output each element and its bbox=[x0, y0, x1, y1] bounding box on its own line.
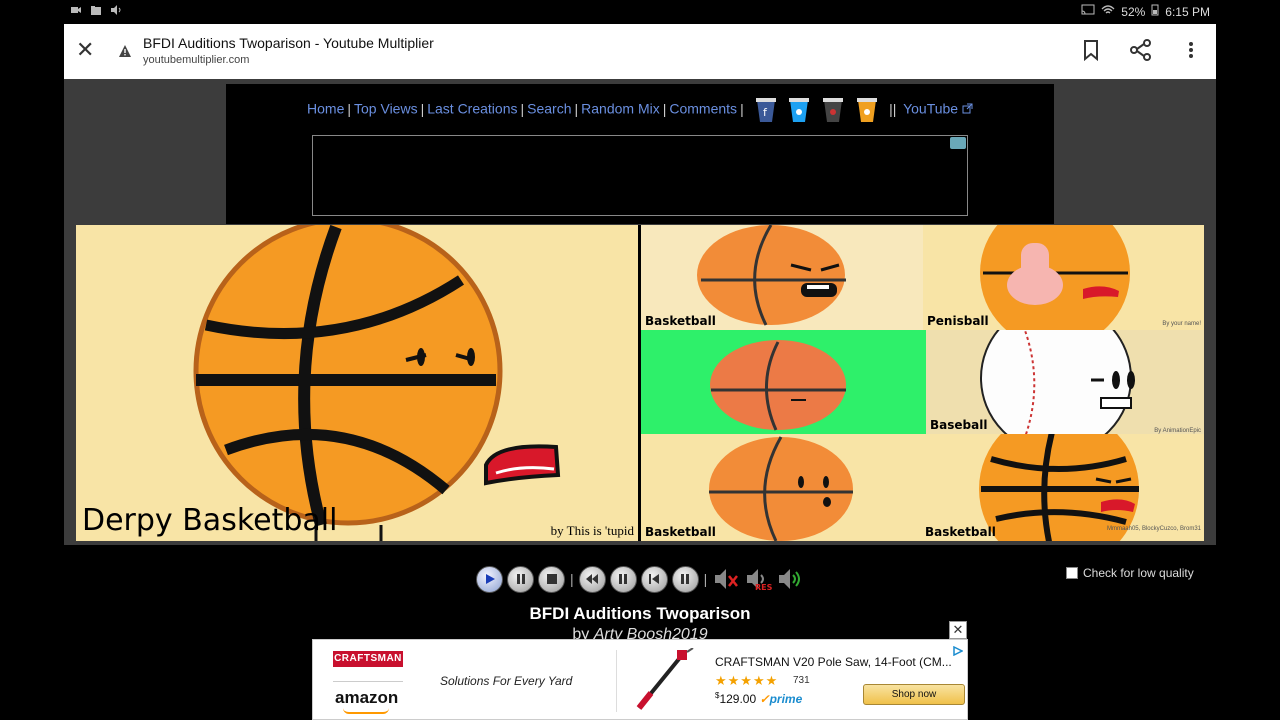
warning-icon[interactable] bbox=[118, 44, 132, 58]
top-nav: Home | Top Views | Last Creations | Search | Ran… bbox=[226, 97, 1054, 123]
craftsman-logo: CRAFTSMAN bbox=[333, 651, 403, 667]
page-url: youtubemultiplier.com bbox=[143, 54, 250, 66]
svg-text:RES: RES bbox=[755, 583, 772, 592]
pole-saw-image[interactable] bbox=[631, 647, 695, 714]
status-system: 52% 6:15 PM bbox=[1081, 4, 1210, 19]
close-ad-button[interactable]: ✕ bbox=[949, 621, 967, 639]
player-controls: | | RES bbox=[476, 565, 804, 593]
play-button[interactable] bbox=[476, 565, 503, 593]
facebook-cup-icon[interactable]: f bbox=[755, 97, 777, 123]
content-area: Home | Top Views | Last Creations | Search | Ran… bbox=[226, 84, 1054, 224]
cell-basketball-angry: Basketball bbox=[641, 225, 923, 330]
ad-slogan: Solutions For Every Yard bbox=[440, 674, 573, 688]
rating-stars: ★★★★★ bbox=[715, 673, 779, 688]
share-icon[interactable] bbox=[1130, 38, 1152, 62]
pause-all-button[interactable] bbox=[507, 565, 534, 593]
review-count: 731 bbox=[793, 675, 810, 686]
video-player[interactable]: Derpy Basketball by This is 'tupid Baske… bbox=[76, 225, 1204, 541]
low-quality-option[interactable]: Check for low quality bbox=[1066, 566, 1194, 580]
cell-basketball-green bbox=[641, 330, 926, 434]
stop-button[interactable] bbox=[538, 565, 565, 593]
skip-back-button[interactable] bbox=[640, 565, 668, 593]
product-price: $129.00 ✓prime bbox=[715, 691, 803, 706]
nav-top-views[interactable]: Top Views bbox=[354, 101, 418, 117]
nav-comments[interactable]: Comments bbox=[669, 101, 737, 117]
battery-icon bbox=[1151, 4, 1159, 19]
cell-label: Basketball bbox=[645, 314, 716, 328]
video-title: BFDI Auditions Twoparison bbox=[529, 604, 751, 623]
adchoices-icon[interactable] bbox=[953, 643, 964, 657]
cell-basketball-grumpy: Basketball Mmmaah05, BlockyCuzco, Brom31 bbox=[921, 434, 1204, 541]
wifi-icon bbox=[1101, 4, 1115, 19]
page-title: BFDI Auditions Twoparison - Youtube Mult… bbox=[143, 35, 434, 51]
battery-level: 52% bbox=[1121, 4, 1146, 19]
left-credit: by This is 'tupid bbox=[550, 523, 634, 538]
top-ad-slot[interactable] bbox=[312, 135, 968, 216]
left-caption: Derpy Basketball bbox=[82, 503, 338, 538]
folder-icon bbox=[90, 4, 102, 16]
external-link-icon bbox=[962, 101, 973, 117]
volume-up-icon[interactable] bbox=[776, 566, 804, 592]
web-page: Home | Top Views | Last Creations | Search | Ran… bbox=[64, 79, 1216, 545]
low-quality-checkbox[interactable] bbox=[1066, 567, 1078, 579]
amazon-smile-icon bbox=[343, 708, 389, 714]
bookmark-icon[interactable] bbox=[1080, 38, 1102, 62]
clock: 6:15 PM bbox=[1165, 4, 1210, 19]
product-title[interactable]: CRAFTSMAN V20 Pole Saw, 14-Foot (CM... bbox=[715, 655, 952, 669]
cell-label: Basketball bbox=[645, 525, 716, 539]
cast-icon bbox=[1081, 4, 1095, 19]
volume-res-icon[interactable]: RES bbox=[744, 566, 773, 592]
nav-last-creations[interactable]: Last Creations bbox=[427, 101, 517, 117]
video-camera-icon bbox=[70, 4, 82, 16]
google-cup-icon[interactable] bbox=[822, 97, 844, 123]
derpy-basketball-illustration bbox=[193, 225, 561, 541]
cell-label: Basketball bbox=[925, 525, 996, 539]
pause-left-button[interactable] bbox=[609, 565, 637, 593]
status-bar: 52% 6:15 PM bbox=[0, 0, 1280, 24]
amazon-logo: amazon bbox=[335, 688, 399, 707]
custom-tab-header: ✕ BFDI Auditions Twoparison - Youtube Mu… bbox=[64, 24, 1216, 79]
tab-actions bbox=[1080, 38, 1202, 62]
cell-label: Baseball bbox=[930, 418, 988, 432]
speaker-icon bbox=[110, 4, 122, 16]
nav-youtube[interactable]: YouTube bbox=[903, 101, 958, 117]
bottom-ad-banner[interactable]: CRAFTSMAN amazon Solutions For Every Yar… bbox=[312, 639, 968, 720]
twitter-cup-icon[interactable] bbox=[788, 97, 810, 123]
ad-info-icon[interactable] bbox=[950, 137, 966, 149]
cell-label: Penisball bbox=[927, 314, 989, 328]
cell-penisball: Penisball By your name! bbox=[923, 225, 1204, 330]
nav-search[interactable]: Search bbox=[527, 101, 571, 117]
more-options-icon[interactable] bbox=[1180, 38, 1202, 62]
video-frame-right: Basketball Penisball By your name! Baseb… bbox=[641, 225, 1204, 541]
rss-cup-icon[interactable] bbox=[856, 97, 878, 123]
prime-badge: ✓prime bbox=[759, 692, 803, 706]
shop-now-button[interactable]: Shop now bbox=[863, 684, 965, 705]
status-notifications bbox=[70, 4, 122, 16]
pause-right-button[interactable] bbox=[671, 565, 699, 593]
rewind-button[interactable] bbox=[578, 565, 606, 593]
cell-baseball: Baseball By AnimationEpic bbox=[926, 330, 1204, 434]
cell-basketball-derpy: Basketball bbox=[641, 434, 921, 541]
nav-home[interactable]: Home bbox=[307, 101, 344, 117]
nav-random-mix[interactable]: Random Mix bbox=[581, 101, 660, 117]
close-icon[interactable]: ✕ bbox=[76, 38, 96, 62]
video-frame-left: Derpy Basketball by This is 'tupid bbox=[76, 225, 638, 541]
mute-icon[interactable] bbox=[712, 566, 740, 592]
low-quality-label: Check for low quality bbox=[1083, 566, 1194, 580]
